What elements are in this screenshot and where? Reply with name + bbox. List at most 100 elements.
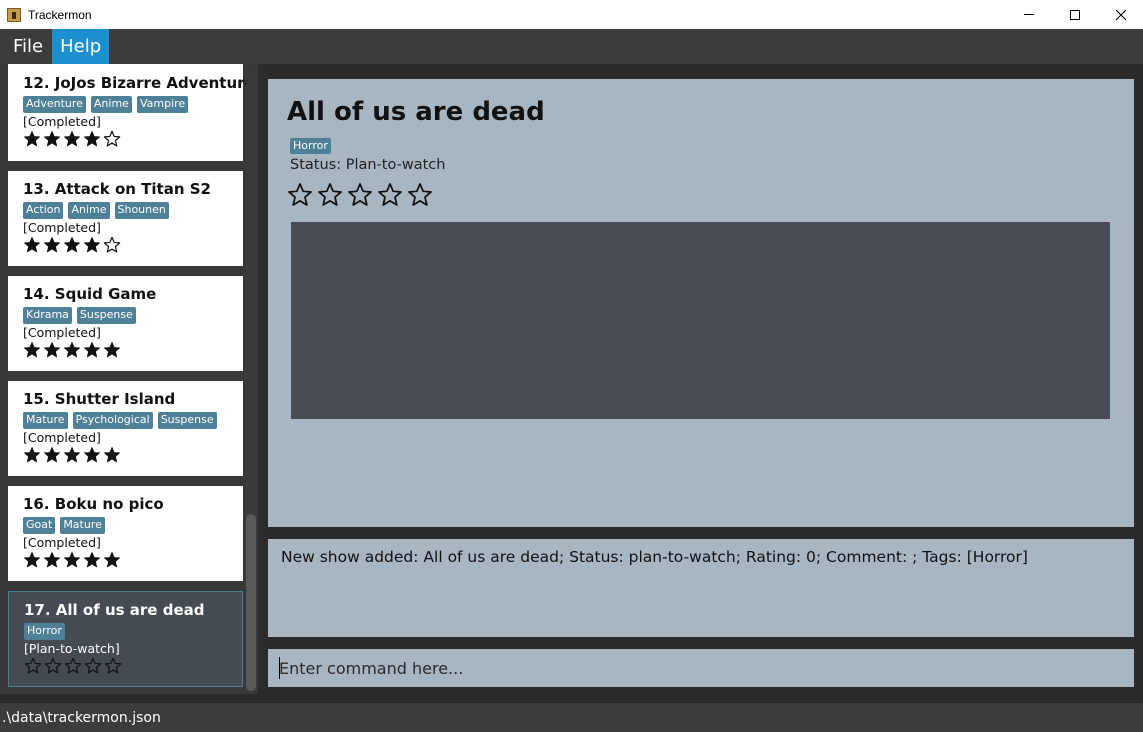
show-card[interactable]: 13. Attack on Titan S2 Action Anime Shounen… xyxy=(8,171,243,266)
star-empty-icon xyxy=(287,182,313,208)
star-filled-icon xyxy=(43,130,61,148)
detail-comment-box xyxy=(291,222,1110,419)
show-card-title: 12. JoJos Bizarre Adventure xyxy=(23,74,255,92)
show-card[interactable]: 15. Shutter Island Mature Psychological Sus… xyxy=(8,381,243,476)
menu-file[interactable]: File xyxy=(0,29,52,64)
star-empty-icon xyxy=(407,182,433,208)
star-filled-icon xyxy=(43,341,61,359)
star-filled-icon xyxy=(83,341,101,359)
show-card-status: [Completed] xyxy=(23,535,101,550)
command-input[interactable] xyxy=(268,649,1134,687)
window-title: Trackermon xyxy=(28,7,92,22)
app-logo-icon xyxy=(7,7,21,22)
show-card-status: [Completed] xyxy=(23,325,101,340)
star-filled-icon xyxy=(43,551,61,569)
star-empty-icon xyxy=(64,657,82,675)
minimize-icon xyxy=(1024,14,1034,15)
star-empty-icon xyxy=(103,130,121,148)
show-card-rating xyxy=(23,446,243,464)
detail-tags: Horror xyxy=(290,134,331,154)
tag-badge: Shounen xyxy=(114,202,169,219)
show-card-title: 14. Squid Game xyxy=(23,285,157,303)
tag-badge: Vampire xyxy=(136,96,189,113)
maximize-icon xyxy=(1070,9,1080,20)
tag-badge: Adventure xyxy=(23,96,86,113)
star-filled-icon xyxy=(103,446,121,464)
star-empty-icon xyxy=(103,236,121,254)
show-detail-panel: All of us are dead Horror Status: Plan-t… xyxy=(268,79,1134,527)
maximize-button[interactable] xyxy=(1052,0,1098,29)
tag-badge: Mature xyxy=(60,517,105,534)
command-box[interactable] xyxy=(268,649,1134,687)
detail-rating xyxy=(287,182,433,208)
star-filled-icon xyxy=(103,341,121,359)
detail-title: All of us are dead xyxy=(287,97,545,127)
show-card[interactable]: 12. JoJos Bizarre Adventure Adventure Anim… xyxy=(8,64,255,161)
star-empty-icon xyxy=(104,657,122,675)
show-card-tags: Mature Psychological Suspense xyxy=(23,412,243,429)
show-card-title: 17. All of us are dead xyxy=(24,601,205,619)
tag-badge: Action xyxy=(23,202,64,219)
show-card-status: [Completed] xyxy=(23,430,101,445)
star-empty-icon xyxy=(377,182,403,208)
show-card[interactable]: 16. Boku no pico Goat Mature [Completed] xyxy=(8,486,243,581)
detail-status: Status: Plan-to-watch xyxy=(290,157,446,173)
show-card[interactable]: 14. Squid Game Kdrama Suspense [Completed] xyxy=(8,276,243,371)
show-card-status: [Plan-to-watch] xyxy=(24,641,120,656)
tag-badge: Goat xyxy=(23,517,56,534)
star-filled-icon xyxy=(63,551,81,569)
show-card-rating xyxy=(23,130,243,148)
show-card-tags: Adventure Anime Vampire xyxy=(23,96,243,113)
data-file-path: .\data\trackermon.json xyxy=(2,709,161,726)
status-bar: .\data\trackermon.json xyxy=(0,703,1143,732)
title-bar: Trackermon xyxy=(0,0,1143,29)
text-caret xyxy=(279,657,280,679)
minimize-button[interactable] xyxy=(1006,0,1052,29)
show-card-title: 16. Boku no pico xyxy=(23,495,164,513)
show-card-rating xyxy=(23,236,243,254)
star-filled-icon xyxy=(63,446,81,464)
tag-badge: Psychological xyxy=(72,412,153,429)
tag-badge: Horror xyxy=(24,623,65,640)
close-button[interactable] xyxy=(1098,0,1143,29)
menu-help[interactable]: Help xyxy=(52,29,110,64)
show-card-tags: Horror xyxy=(24,623,242,640)
menu-bar: File Help xyxy=(0,29,1143,64)
star-filled-icon xyxy=(63,130,81,148)
tag-badge: Kdrama xyxy=(23,307,72,324)
show-card-rating xyxy=(23,341,243,359)
star-filled-icon xyxy=(43,446,61,464)
star-empty-icon xyxy=(24,657,42,675)
star-filled-icon xyxy=(83,446,101,464)
star-empty-icon xyxy=(317,182,343,208)
tag-badge: Anime xyxy=(68,202,110,219)
tag-badge: Suspense xyxy=(76,307,136,324)
show-card[interactable]: 17. All of us are dead Horror [Plan-to-wat… xyxy=(8,591,243,687)
star-filled-icon xyxy=(63,236,81,254)
star-filled-icon xyxy=(63,341,81,359)
show-card-title: 13. Attack on Titan S2 xyxy=(23,180,211,198)
star-filled-icon xyxy=(23,130,41,148)
scrollbar-thumb[interactable] xyxy=(246,514,256,691)
star-filled-icon xyxy=(23,446,41,464)
show-card-rating xyxy=(23,551,243,569)
show-card-status: [Completed] xyxy=(23,114,101,129)
show-card-title: 15. Shutter Island xyxy=(23,390,176,408)
star-filled-icon xyxy=(23,236,41,254)
show-card-tags: Goat Mature xyxy=(23,517,243,534)
star-filled-icon xyxy=(43,236,61,254)
show-card-tags: Action Anime Shounen xyxy=(23,202,243,219)
show-card-tags: Kdrama Suspense xyxy=(23,307,243,324)
show-card-status: [Completed] xyxy=(23,220,101,235)
star-filled-icon xyxy=(103,551,121,569)
show-card-rating xyxy=(24,657,242,675)
star-empty-icon xyxy=(44,657,62,675)
result-display: New show added: All of us are dead; Stat… xyxy=(268,539,1134,637)
tag-badge: Mature xyxy=(23,412,68,429)
close-icon xyxy=(1115,9,1127,20)
star-filled-icon xyxy=(83,130,101,148)
star-filled-icon xyxy=(83,551,101,569)
star-empty-icon xyxy=(84,657,102,675)
star-filled-icon xyxy=(83,236,101,254)
star-filled-icon xyxy=(23,551,41,569)
